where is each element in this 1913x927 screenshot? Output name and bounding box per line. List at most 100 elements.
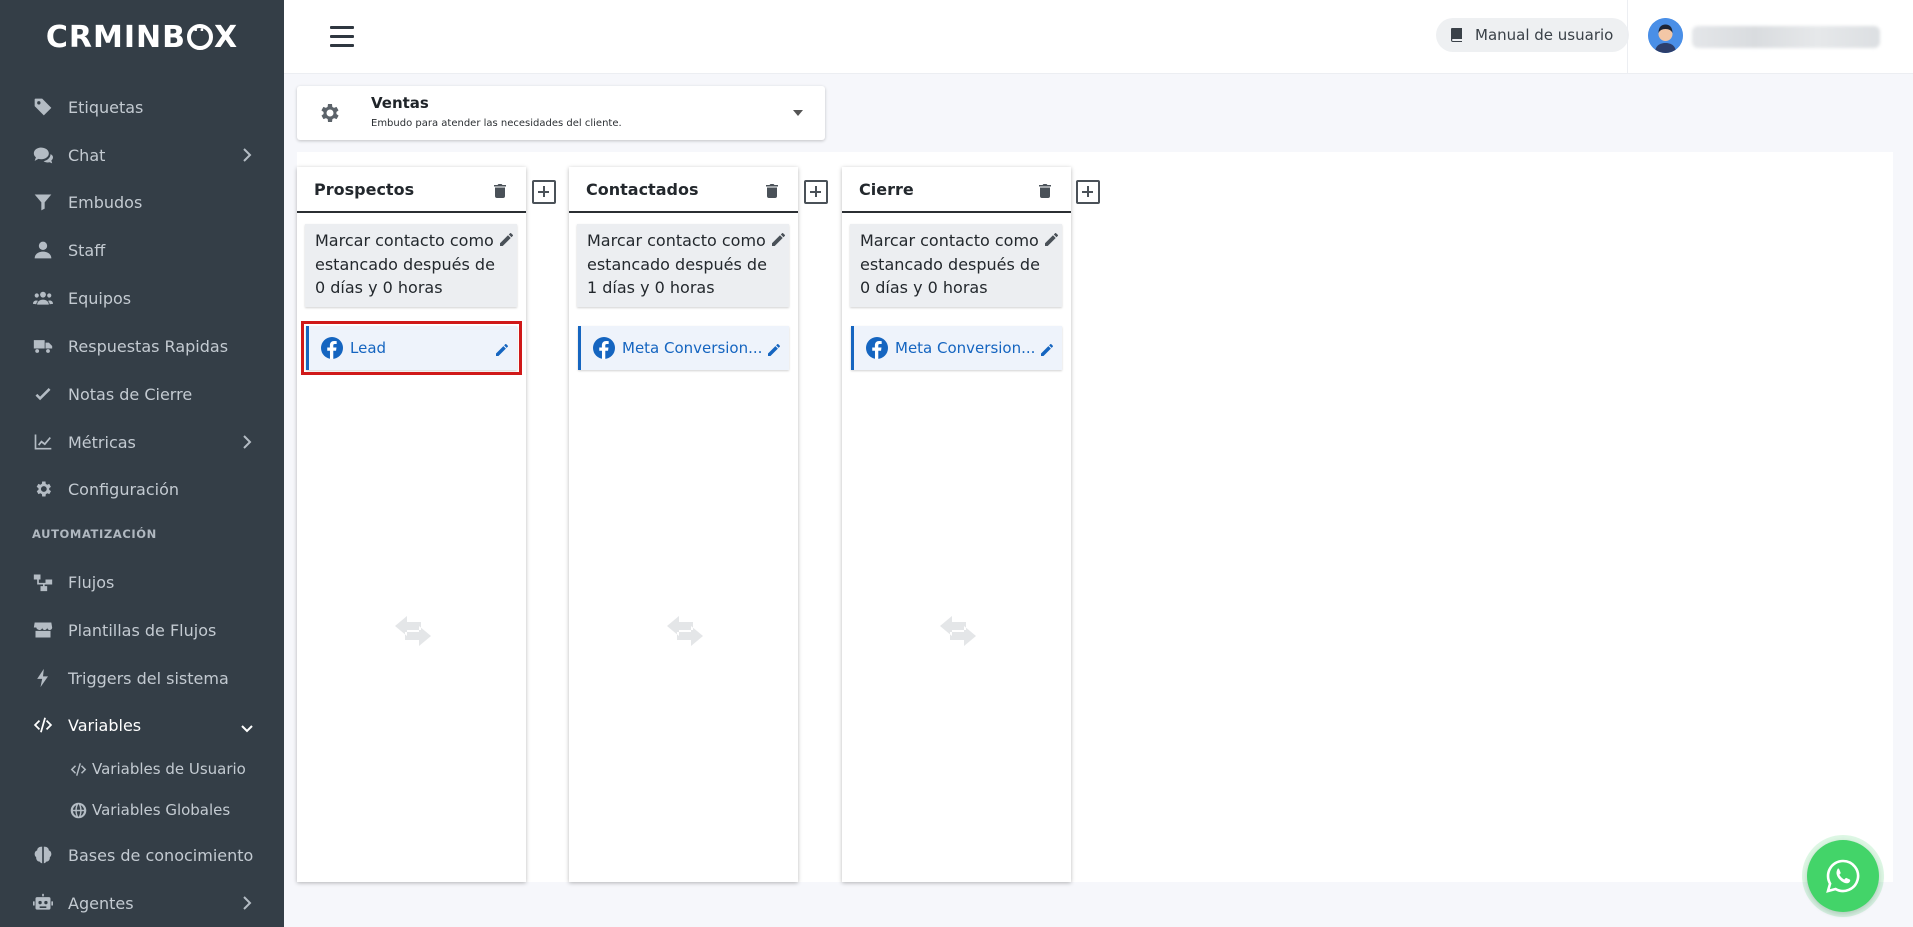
sidebar-item-label: Agentes — [68, 893, 134, 913]
dropdown-caret-icon[interactable] — [793, 110, 803, 116]
sidebar-item-variables[interactable]: Variables — [0, 705, 284, 745]
sidebar-item-flujos[interactable]: Flujos — [0, 562, 284, 602]
sidebar-item-label: Variables — [68, 715, 142, 735]
manual-de-usuario-label: Manual de usuario — [1475, 26, 1614, 44]
chevron-right-icon — [242, 434, 252, 450]
facebook-icon — [866, 337, 888, 359]
sidebar-item-label: Staff — [68, 240, 106, 260]
swap-arrows-icon — [665, 614, 705, 648]
stall-rule-card[interactable]: Marcar contacto como estancado después d… — [850, 224, 1062, 307]
funnel-description: Embudo para atender las necesidades del … — [371, 118, 622, 129]
pencil-icon[interactable] — [500, 229, 514, 246]
add-stage-button[interactable] — [532, 180, 556, 204]
pencil-icon[interactable] — [1041, 341, 1054, 356]
chevron-right-icon — [242, 147, 252, 163]
stage-title: Prospectos — [314, 180, 415, 199]
facebook-icon — [593, 337, 615, 359]
stage-header: Contactados — [569, 167, 798, 213]
stall-rule-card[interactable]: Marcar contacto como estancado después d… — [305, 224, 517, 307]
robot-icon — [32, 892, 54, 914]
sidebar-item-plantillas-de-flujos[interactable]: Plantillas de Flujos — [0, 610, 284, 650]
sidebar-item-notas-de-cierre[interactable]: Notas de Cierre — [0, 374, 284, 414]
funnel-selector[interactable]: Ventas Embudo para atender las necesidad… — [297, 86, 825, 140]
sidebar-item-staff[interactable]: Staff — [0, 230, 284, 270]
tag-icon — [32, 96, 54, 118]
store-icon — [32, 619, 54, 641]
trigger-label: Meta Conversion... — [622, 339, 763, 357]
stage-header: Prospectos — [297, 167, 526, 213]
sidebar-item-label: Respuestas Rapidas — [68, 336, 229, 356]
sidebar-item-label: Bases de conocimiento — [68, 845, 254, 865]
pencil-icon[interactable] — [1045, 229, 1059, 246]
bolt-icon — [32, 667, 54, 689]
sidebar-item-triggers-del-sistema[interactable]: Triggers del sistema — [0, 658, 284, 698]
sidebar-item-chat[interactable]: Chat — [0, 135, 284, 175]
check-icon — [32, 383, 54, 405]
stage-column-contactados: Contactados Marcar contacto como estanca… — [569, 167, 798, 882]
stage-title: Cierre — [859, 180, 914, 199]
manual-de-usuario-button[interactable]: Manual de usuario — [1436, 18, 1630, 52]
sidebar-item-label: Métricas — [68, 432, 136, 452]
funnel-name: Ventas — [371, 94, 429, 112]
sidebar-item-label: Notas de Cierre — [68, 384, 193, 404]
avatar[interactable] — [1648, 18, 1683, 53]
pencil-icon[interactable] — [768, 341, 781, 356]
code-icon — [32, 714, 54, 736]
stage-title: Contactados — [586, 180, 699, 199]
logo[interactable]: CRMINBX — [0, 0, 284, 74]
team-icon — [32, 287, 54, 309]
stage-column-cierre: Cierre Marcar contacto como estancado de… — [842, 167, 1071, 882]
trigger-card[interactable]: Lead — [301, 321, 522, 375]
code-icon — [70, 762, 87, 776]
avatar-icon — [1648, 18, 1683, 53]
chat-icon — [32, 144, 54, 166]
chart-icon — [32, 431, 54, 453]
whatsapp-button[interactable] — [1807, 840, 1879, 912]
sidebar-item-label: Plantillas de Flujos — [68, 620, 217, 640]
user-icon — [32, 239, 54, 261]
trigger-card[interactable]: Meta Conversion... — [578, 326, 789, 370]
user-menu[interactable] — [1627, 0, 1913, 74]
username-redacted — [1692, 26, 1880, 48]
swap-arrows-icon — [938, 614, 978, 648]
chevron-down-icon — [240, 719, 254, 733]
logo-chat-bubble-icon — [186, 19, 213, 50]
sidebar-item-etiquetas[interactable]: Etiquetas — [0, 87, 284, 127]
sidebar-item-metricas[interactable]: Métricas — [0, 422, 284, 462]
swap-arrows-icon — [393, 614, 433, 648]
menu-toggle-icon[interactable] — [330, 26, 354, 48]
sidebar-item-agentes[interactable]: Agentes — [0, 883, 284, 923]
gear-icon — [32, 478, 54, 500]
add-stage-button[interactable] — [1076, 180, 1100, 204]
sidebar: CRMINBX Etiquetas Chat Embudos Staff Equ… — [0, 0, 284, 927]
sidebar-item-embudos[interactable]: Embudos — [0, 182, 284, 222]
sidebar-item-label: Equipos — [68, 288, 132, 308]
trigger-card[interactable]: Meta Conversion... — [851, 326, 1062, 370]
sidebar-subitem-variables-globales[interactable]: Variables Globales — [70, 796, 230, 824]
sidebar-subitem-variables-de-usuario[interactable]: Variables de Usuario — [70, 755, 246, 783]
gear-icon[interactable] — [317, 101, 341, 125]
trash-icon[interactable] — [1039, 183, 1051, 198]
section-label-automatizacion: AUTOMATIZACIÓN — [32, 527, 157, 541]
sidebar-item-label: Triggers del sistema — [68, 668, 229, 688]
logo-text: CRMINBX — [46, 19, 238, 55]
sidebar-item-respuestas-rapidas[interactable]: Respuestas Rapidas — [0, 326, 284, 366]
pencil-icon[interactable] — [496, 341, 509, 356]
stall-rule-card[interactable]: Marcar contacto como estancado después d… — [577, 224, 789, 307]
sidebar-item-configuracion[interactable]: Configuración — [0, 469, 284, 509]
stall-rule-text: Marcar contacto como estancado después d… — [860, 231, 1040, 297]
sidebar-item-bases-de-conocimiento[interactable]: Bases de conocimiento — [0, 835, 284, 875]
stage-column-prospectos: Prospectos Marcar contacto como estancad… — [297, 167, 526, 882]
truck-icon — [32, 335, 54, 357]
sidebar-item-equipos[interactable]: Equipos — [0, 278, 284, 318]
add-stage-button[interactable] — [804, 180, 828, 204]
trash-icon[interactable] — [766, 183, 778, 198]
stall-rule-text: Marcar contacto como estancado después d… — [315, 231, 495, 297]
trash-icon[interactable] — [494, 183, 506, 198]
sidebar-item-label: Configuración — [68, 479, 180, 499]
pencil-icon[interactable] — [772, 229, 786, 246]
globe-icon — [70, 802, 87, 818]
book-icon — [1451, 28, 1462, 42]
chevron-right-icon — [242, 895, 252, 911]
topbar: Manual de usuario — [284, 0, 1913, 74]
